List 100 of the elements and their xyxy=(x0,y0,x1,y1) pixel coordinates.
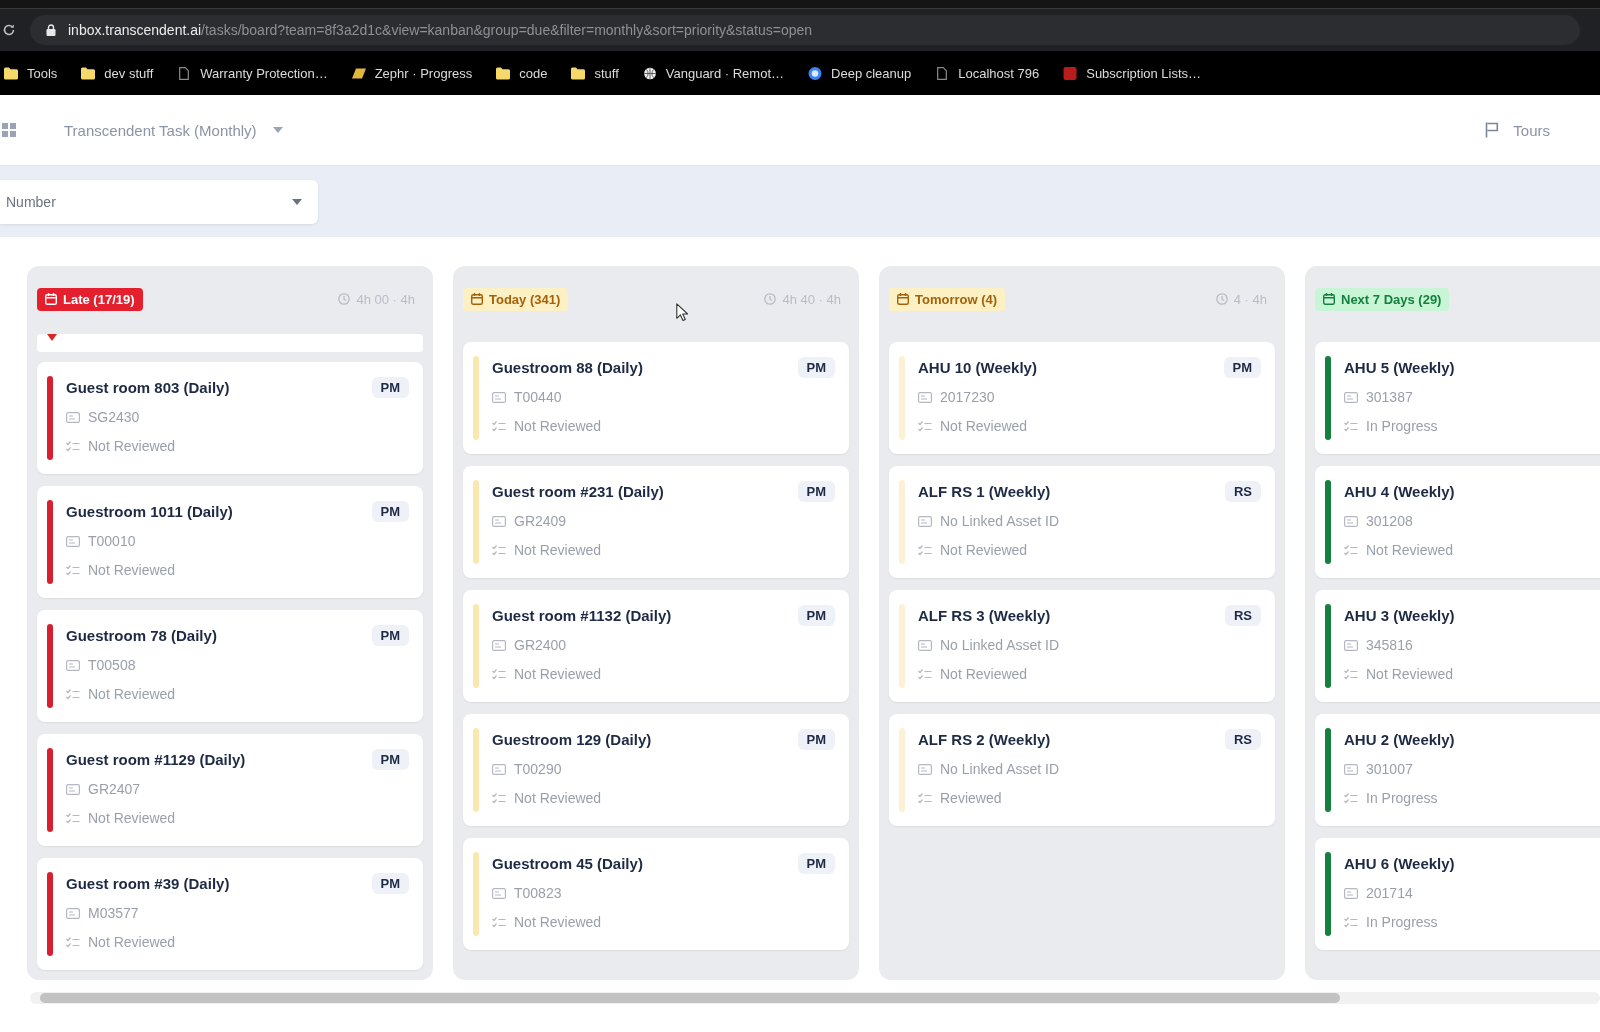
bookmark-item[interactable]: Vanguard · Remot… xyxy=(640,61,787,85)
id-card-icon xyxy=(918,391,932,403)
task-title: Guest room #1129 (Daily) xyxy=(66,750,246,768)
checklist-icon xyxy=(918,792,932,804)
task-title: Guest room 803 (Daily) xyxy=(66,378,230,396)
task-card[interactable]: ALF RS 3 (Weekly) RS No Linked Asset ID Not Reviewed xyxy=(889,590,1275,702)
task-card[interactable]: Guestroom 88 (Daily) PM T00440 Not Reviewed xyxy=(463,342,849,454)
reload-icon[interactable] xyxy=(2,23,16,37)
caret-icon xyxy=(292,198,302,205)
task-type: PM xyxy=(371,748,409,770)
checklist-icon xyxy=(918,420,932,432)
id-card-icon xyxy=(492,887,506,899)
id-card-icon xyxy=(918,763,932,775)
task-title: Guest room #231 (Daily) xyxy=(492,482,664,500)
horizontal-scrollbar[interactable] xyxy=(30,992,1600,1004)
column-title: Next 7 Days (29) xyxy=(1341,291,1442,307)
calendar-icon xyxy=(897,293,909,305)
bookmark-item[interactable]: Warranty Protection… xyxy=(175,61,330,85)
bookmark-item[interactable]: Subscription Lists… xyxy=(1061,61,1204,85)
asset-id: 301007 xyxy=(1366,761,1413,777)
review-status: Reviewed xyxy=(940,790,1002,806)
task-card[interactable]: Guestroom 78 (Daily) PM T00508 Not Reviewed xyxy=(37,610,423,722)
task-title: AHU 6 (Weekly) xyxy=(1344,854,1455,872)
task-title: Guestroom 45 (Daily) xyxy=(492,854,643,872)
task-type: PM xyxy=(797,604,835,626)
filter-dropdown[interactable]: Number xyxy=(0,179,318,224)
asset-id: 301208 xyxy=(1366,513,1413,529)
asset-id: T00508 xyxy=(88,657,136,673)
column-title: Late (17/19) xyxy=(63,291,135,307)
task-title: Guest room #1132 (Daily) xyxy=(492,606,672,624)
review-status: Not Reviewed xyxy=(88,438,176,454)
bookmark-item[interactable]: Tools xyxy=(2,61,60,85)
review-status: Not Reviewed xyxy=(940,542,1028,558)
id-card-icon xyxy=(492,639,506,651)
bookmark-item[interactable]: Zephr · Progress xyxy=(349,61,475,85)
review-status: In Progress xyxy=(1366,914,1438,930)
task-card[interactable]: ALF RS 1 (Weekly) RS No Linked Asset ID Not Reviewed xyxy=(889,466,1275,578)
bookmark-item[interactable]: Localhost 796 xyxy=(933,61,1042,85)
checklist-icon xyxy=(918,668,932,680)
checklist-icon xyxy=(918,544,932,556)
circle-icon xyxy=(808,66,823,80)
bookmark-item[interactable]: Deep cleanup xyxy=(806,61,914,85)
bookmark-item[interactable]: dev stuff xyxy=(79,61,156,85)
task-title: AHU 3 (Weekly) xyxy=(1344,606,1455,624)
scrollbar-thumb[interactable] xyxy=(40,993,1340,1003)
task-title: ALF RS 1 (Weekly) xyxy=(918,482,1051,500)
address-bar[interactable]: inbox.transcendent.ai/tasks/board?team=8f3a2d1c&view=kanban&group=due&filter=monthly&sort=priority&status=open xyxy=(30,15,1580,45)
task-card[interactable]: AHU 6 (Weekly) 201714 In Progress xyxy=(1315,838,1600,950)
folder-icon xyxy=(571,66,586,80)
bookmark-item[interactable]: code xyxy=(494,61,550,85)
review-status: Not Reviewed xyxy=(88,686,176,702)
task-card[interactable]: Guest room #1129 (Daily) PM GR2407 Not Reviewed xyxy=(37,734,423,846)
page-icon xyxy=(935,66,950,80)
task-type: PM xyxy=(371,376,409,398)
task-card[interactable]: Guest room #39 (Daily) PM M03577 Not Reviewed xyxy=(37,858,423,970)
task-title: Guestroom 1011 (Daily) xyxy=(66,502,233,520)
task-card[interactable]: AHU 4 (Weekly) 301208 Not Reviewed xyxy=(1315,466,1600,578)
task-card[interactable]: Guest room #231 (Daily) PM GR2409 Not Reviewed xyxy=(463,466,849,578)
asset-id: SG2430 xyxy=(88,409,140,425)
review-status: Not Reviewed xyxy=(88,934,176,950)
square-icon xyxy=(1063,66,1078,80)
task-card[interactable]: Guest room #1132 (Daily) PM GR2400 Not Reviewed xyxy=(463,590,849,702)
task-card[interactable]: AHU 3 (Weekly) 345816 Not Reviewed xyxy=(1315,590,1600,702)
task-type: PM xyxy=(371,872,409,894)
asset-id: 201714 xyxy=(1366,885,1413,901)
task-card[interactable]: ALF RS 2 (Weekly) RS No Linked Asset ID Reviewed xyxy=(889,714,1275,826)
asset-id: M03577 xyxy=(88,905,139,921)
asset-id: No Linked Asset ID xyxy=(940,513,1060,529)
review-status: Not Reviewed xyxy=(514,542,602,558)
calendar-icon xyxy=(471,293,483,305)
task-type: PM xyxy=(371,500,409,522)
grid-icon[interactable] xyxy=(2,123,16,137)
task-card[interactable]: AHU 10 (Weekly) PM 2017230 Not Reviewed xyxy=(889,342,1275,454)
bookmark-item[interactable]: stuff xyxy=(569,61,621,85)
task-card[interactable]: Guestroom 1011 (Daily) PM T00010 Not Reviewed xyxy=(37,486,423,598)
asset-id: T00290 xyxy=(514,761,562,777)
task-card[interactable]: Guestroom 129 (Daily) PM T00290 Not Reviewed xyxy=(463,714,849,826)
id-card-icon xyxy=(918,515,932,527)
checklist-icon xyxy=(66,564,80,576)
task-title: ALF RS 2 (Weekly) xyxy=(918,730,1051,748)
asset-id: GR2407 xyxy=(88,781,141,797)
calendar-icon xyxy=(45,293,57,305)
task-card[interactable]: Guest room 803 (Daily) PM SG2430 Not Reviewed xyxy=(37,362,423,474)
task-type: RS xyxy=(1224,604,1261,626)
review-status: Not Reviewed xyxy=(1366,666,1454,682)
task-title: Guestroom 78 (Daily) xyxy=(66,626,217,644)
triangle-icon xyxy=(47,334,57,341)
checklist-icon xyxy=(492,792,506,804)
task-card[interactable]: Guestroom 45 (Daily) PM T00823 Not Reviewed xyxy=(463,838,849,950)
task-type: RS xyxy=(1224,728,1261,750)
task-card[interactable]: AHU 5 (Weekly) 301387 In Progress xyxy=(1315,342,1600,454)
checklist-icon xyxy=(1344,420,1358,432)
review-status: Not Reviewed xyxy=(514,790,602,806)
task-type: PM xyxy=(797,356,835,378)
id-card-icon xyxy=(1344,515,1358,527)
asset-id: T00010 xyxy=(88,533,136,549)
task-card[interactable]: AHU 2 (Weekly) 301007 In Progress xyxy=(1315,714,1600,826)
folder-icon xyxy=(81,66,96,80)
id-card-icon xyxy=(1344,639,1358,651)
id-card-icon xyxy=(1344,391,1358,403)
